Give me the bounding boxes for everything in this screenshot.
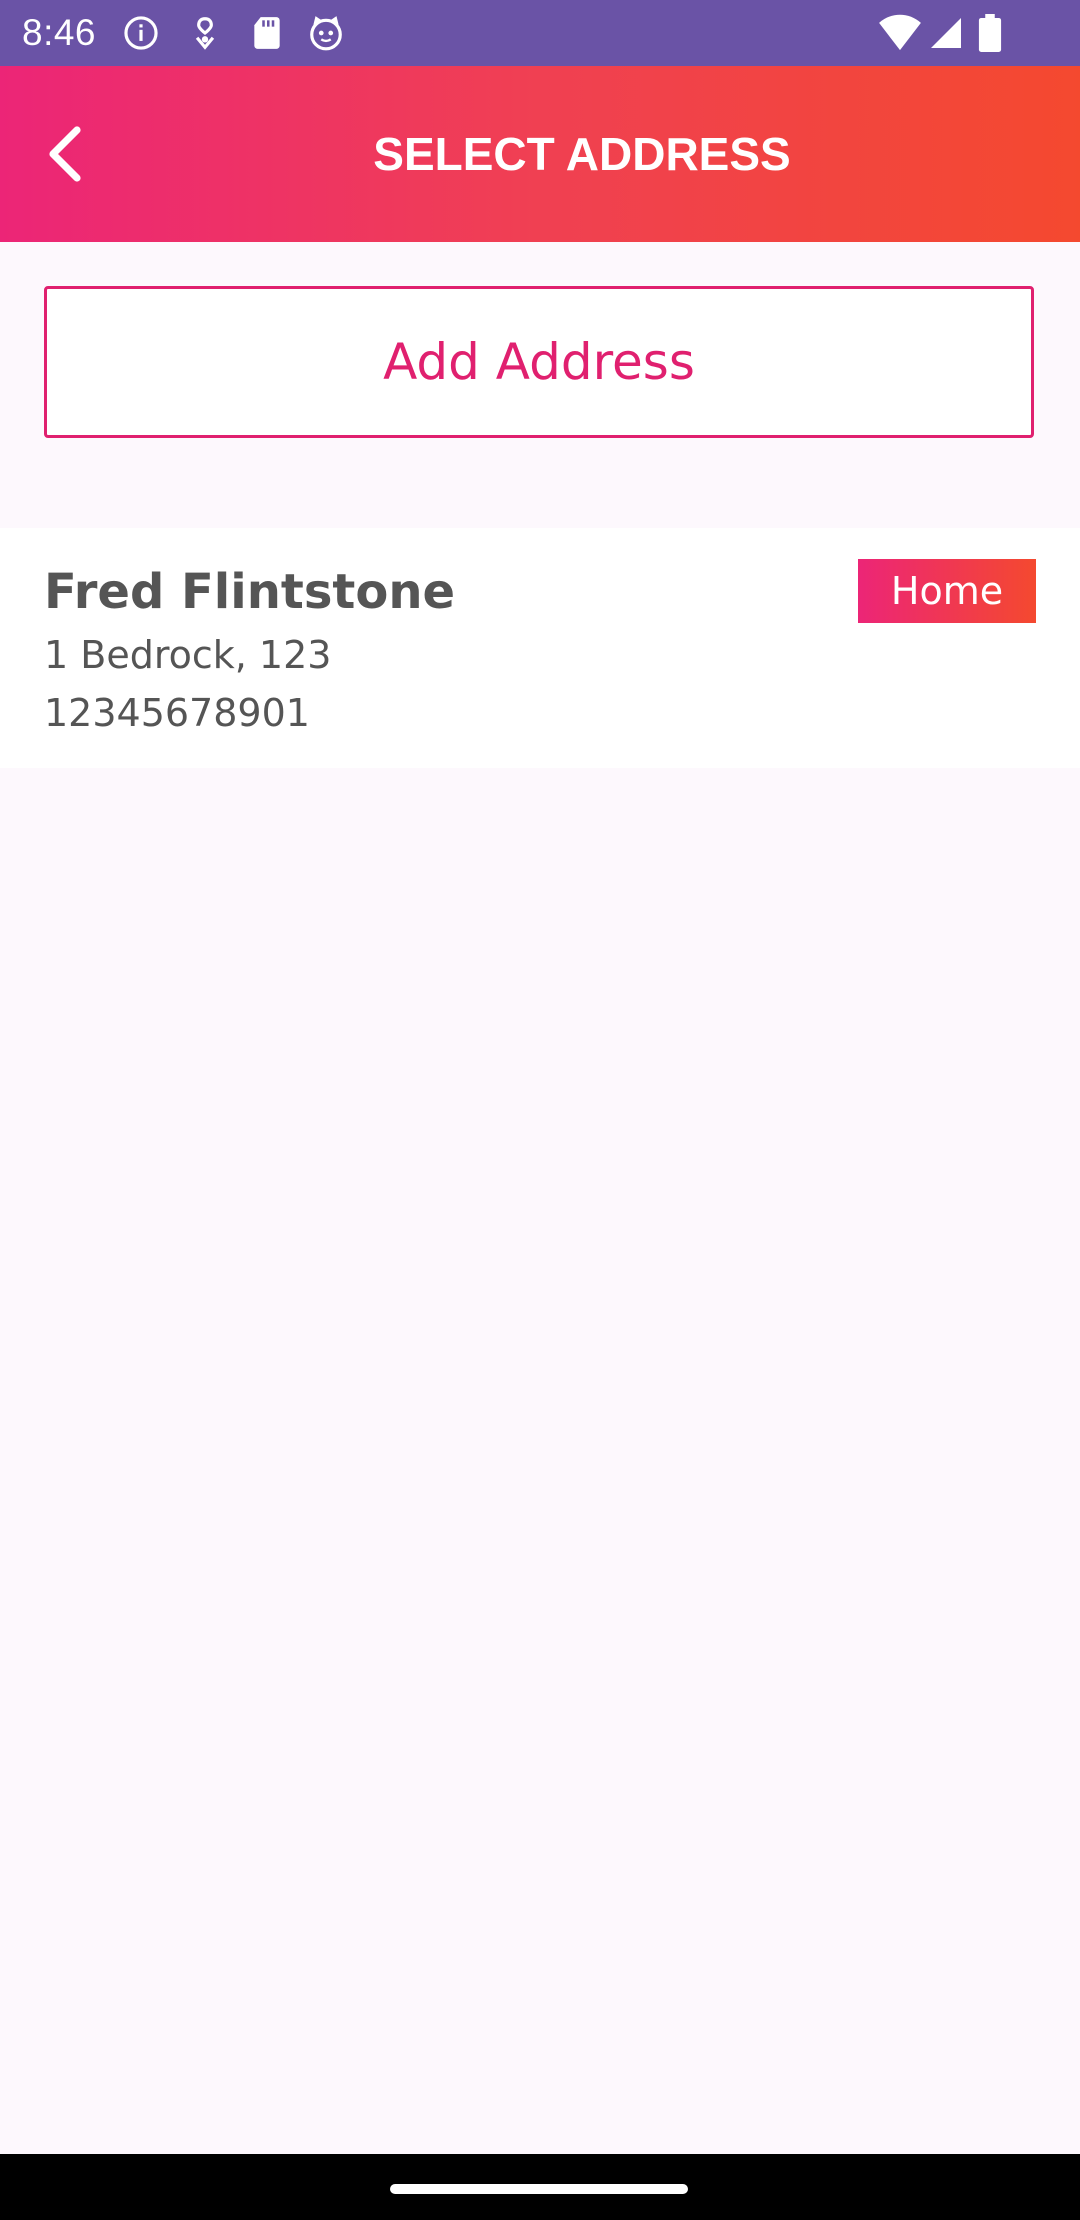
location-heart-icon: [186, 14, 224, 52]
battery-icon: [978, 14, 1002, 52]
address-card[interactable]: Fred Flintstone 1 Bedrock, 123 123456789…: [0, 528, 1080, 768]
home-indicator[interactable]: [390, 2184, 688, 2194]
address-type-badge: Home: [858, 559, 1036, 623]
status-time: 8:46: [22, 12, 97, 53]
status-bar: 8:46: [0, 0, 1080, 66]
sd-card-icon: [248, 14, 286, 52]
system-nav-bar: [0, 2154, 1080, 2220]
wifi-icon: [878, 12, 922, 52]
cell-signal-icon: [928, 14, 964, 52]
page-title: SELECT ADDRESS: [373, 128, 791, 180]
info-icon: [122, 14, 160, 52]
app-bar: SELECT ADDRESS: [0, 66, 1080, 242]
address-line: 1 Bedrock, 123: [44, 633, 332, 677]
address-name: Fred Flintstone: [44, 564, 456, 620]
address-phone: 12345678901: [44, 691, 310, 735]
add-address-button[interactable]: Add Address: [44, 286, 1034, 438]
cat-face-icon: [307, 14, 345, 52]
